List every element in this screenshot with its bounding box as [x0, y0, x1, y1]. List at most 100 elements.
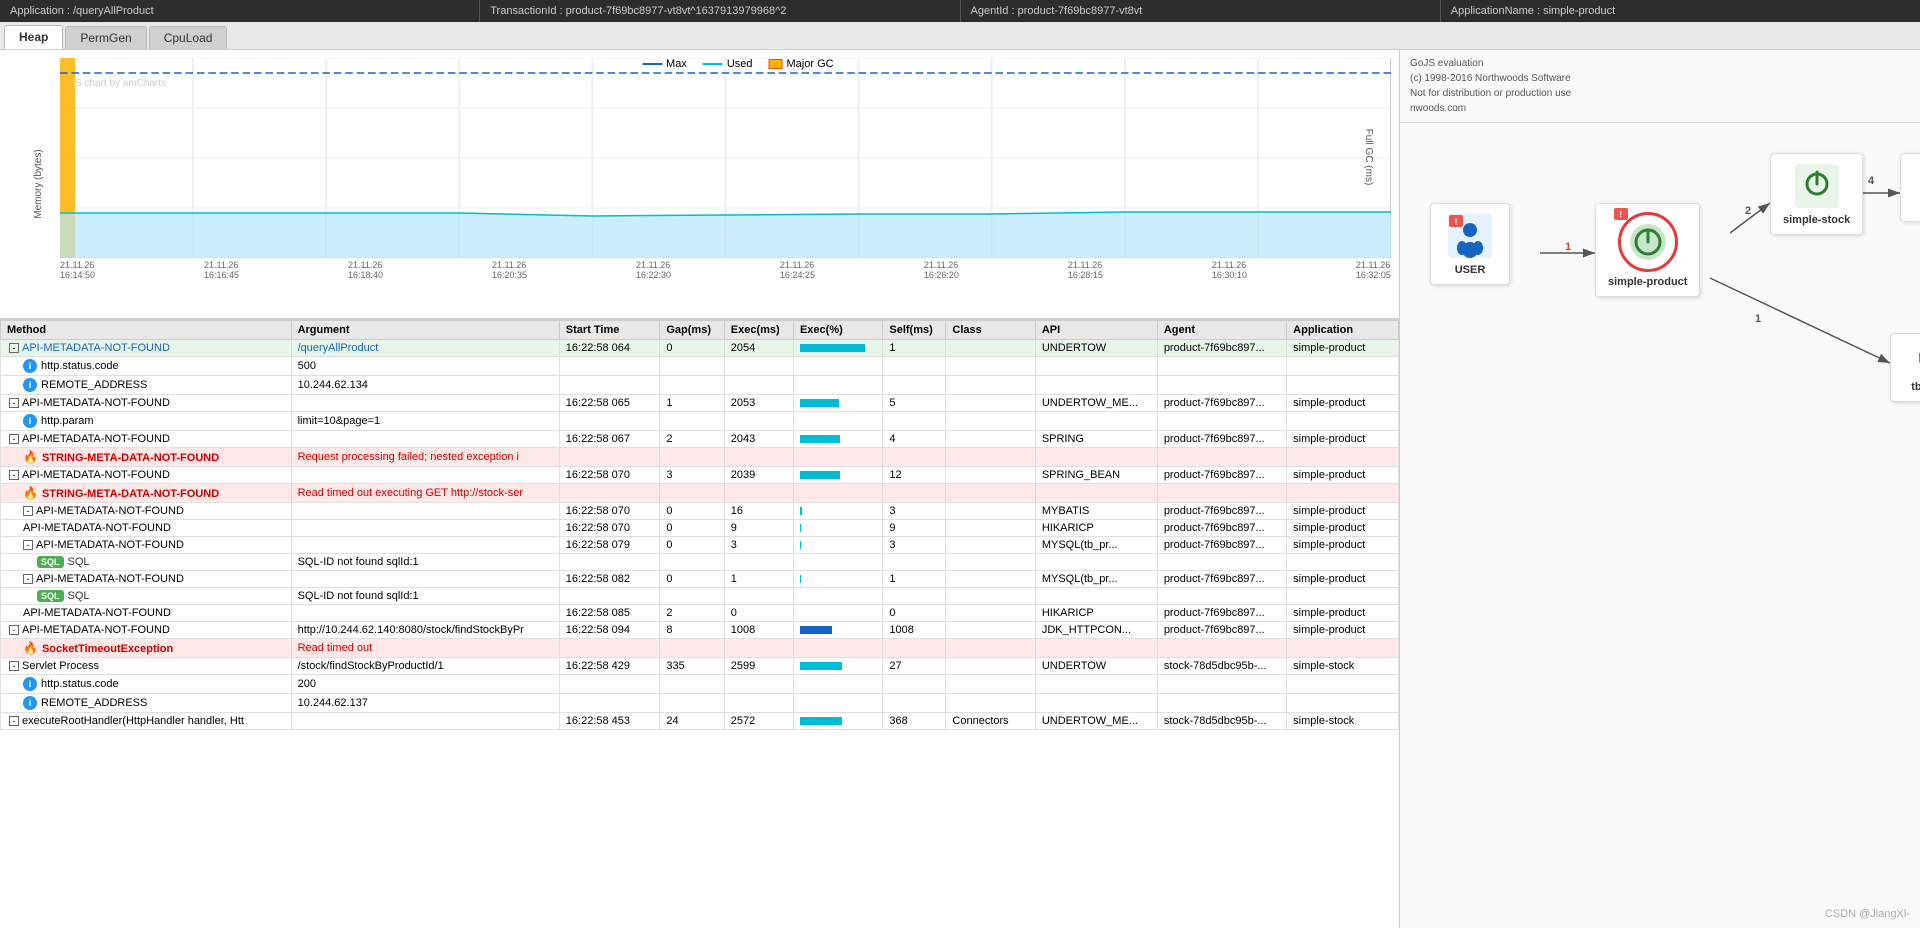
expand-icon[interactable]: - [9, 343, 19, 353]
cell-application: simple-product [1287, 622, 1399, 639]
col-header-api: API [1035, 321, 1157, 340]
cell-gap: 3 [660, 467, 724, 484]
table-row[interactable]: -API-METADATA-NOT-FOUND/queryAllProduct1… [1, 340, 1399, 357]
table-row[interactable]: -API-METADATA-NOT-FOUND16:22:58 0700163M… [1, 503, 1399, 520]
table-area[interactable]: Method Argument Start Time Gap(ms) Exec(… [0, 320, 1399, 928]
gojs-line3: Not for distribution or production use [1410, 86, 1910, 101]
cell-method: -API-METADATA-NOT-FOUND [1, 571, 292, 588]
table-row[interactable]: -Servlet Process/stock/findStockByProduc… [1, 658, 1399, 675]
cell-application: simple-product [1287, 537, 1399, 554]
table-row[interactable]: SQLSQLSQL-ID not found sqlId:1 [1, 554, 1399, 571]
cell-agent [1157, 376, 1286, 395]
cell-exec: 2053 [724, 395, 793, 412]
cell-self [883, 588, 946, 605]
cell-class [946, 554, 1035, 571]
table-row[interactable]: iREMOTE_ADDRESS10.244.62.134 [1, 376, 1399, 395]
table-row[interactable]: 🔥SocketTimeoutExceptionRead timed out [1, 639, 1399, 658]
cell-exec-pct [793, 484, 882, 503]
product-alert-badge: ! [1614, 208, 1628, 220]
cell-api: UNDERTOW [1035, 658, 1157, 675]
node-stock-label: simple-stock [1783, 214, 1850, 226]
table-row[interactable]: API-METADATA-NOT-FOUND16:22:58 070099HIK… [1, 520, 1399, 537]
col-header-application: Application [1287, 321, 1399, 340]
expand-icon[interactable]: - [9, 398, 19, 408]
exec-bar [800, 575, 801, 583]
node-simple-stock[interactable]: simple-stock [1770, 153, 1863, 235]
cell-api [1035, 639, 1157, 658]
x-label-7: 21.11.2616:26:20 [924, 260, 959, 280]
table-row[interactable]: -API-METADATA-NOT-FOUND16:22:58 06512053… [1, 395, 1399, 412]
x-label-3: 21.11.2616:18:40 [348, 260, 383, 280]
table-row[interactable]: iREMOTE_ADDRESS10.244.62.137 [1, 694, 1399, 713]
expand-icon[interactable]: - [23, 540, 33, 550]
cell-exec-pct [793, 467, 882, 484]
table-row[interactable]: 🔥STRING-META-DATA-NOT-FOUNDRead timed ou… [1, 484, 1399, 503]
user-icon: ! [1446, 212, 1494, 260]
cell-api [1035, 694, 1157, 713]
expand-icon[interactable]: - [9, 434, 19, 444]
expand-icon[interactable]: - [9, 716, 19, 726]
exec-bar [800, 507, 802, 515]
cell-self: 3 [883, 503, 946, 520]
tab-cpuload[interactable]: CpuLoad [149, 26, 228, 49]
table-row[interactable]: SQLSQLSQL-ID not found sqlId:1 [1, 588, 1399, 605]
expand-icon[interactable]: - [9, 661, 19, 671]
table-row[interactable]: -executeRootHandler(HttpHandler handler,… [1, 713, 1399, 730]
cell-start-time [559, 694, 660, 713]
expand-icon[interactable]: - [23, 574, 33, 584]
cell-api: HIKARICP [1035, 520, 1157, 537]
node-tb-product[interactable]: My SQL tb_product [1890, 333, 1920, 402]
legend-used: Used [703, 58, 753, 70]
diagram-area: ! USER 1 [1400, 123, 1920, 928]
info-icon: i [23, 677, 37, 691]
node-tb-stock[interactable]: My SQL tb_stock [1900, 153, 1920, 222]
cell-start-time: 16:22:58 070 [559, 503, 660, 520]
cell-argument [291, 503, 559, 520]
cell-class [946, 395, 1035, 412]
cell-start-time [559, 639, 660, 658]
cell-gap: 0 [660, 571, 724, 588]
cell-exec: 16 [724, 503, 793, 520]
table-row[interactable]: ihttp.paramlimit=10&page=1 [1, 412, 1399, 431]
cell-gap: 0 [660, 520, 724, 537]
table-row[interactable]: -API-METADATA-NOT-FOUNDhttp://10.244.62.… [1, 622, 1399, 639]
cell-gap: 0 [660, 503, 724, 520]
cell-argument: Request processing failed; nested except… [291, 448, 559, 467]
table-row[interactable]: 🔥STRING-META-DATA-NOT-FOUNDRequest proce… [1, 448, 1399, 467]
top-bar: Application : /queryAllProduct Transacti… [0, 0, 1920, 22]
expand-icon[interactable]: - [9, 625, 19, 635]
cell-exec-pct [793, 675, 882, 694]
expand-icon[interactable]: - [23, 506, 33, 516]
cell-exec: 2043 [724, 431, 793, 448]
cell-exec-pct [793, 537, 882, 554]
y-axis-left-label: Memory (bytes) [33, 149, 44, 218]
cell-start-time: 16:22:58 094 [559, 622, 660, 639]
table-row[interactable]: -API-METADATA-NOT-FOUND16:22:58 07032039… [1, 467, 1399, 484]
cell-method: SQLSQL [1, 554, 292, 571]
tab-permgen[interactable]: PermGen [65, 26, 146, 49]
table-row[interactable]: ihttp.status.code200 [1, 675, 1399, 694]
cell-self [883, 484, 946, 503]
y-axis-right-label: Full GC (ms) [1363, 129, 1374, 186]
table-row[interactable]: ihttp.status.code500 [1, 357, 1399, 376]
cell-class [946, 503, 1035, 520]
x-label-9: 21.11.2616:30:10 [1212, 260, 1247, 280]
cell-exec-pct [793, 554, 882, 571]
cell-api: MYSQL(tb_pr... [1035, 571, 1157, 588]
info-icon: i [23, 378, 37, 392]
table-row[interactable]: -API-METADATA-NOT-FOUND16:22:58 079033MY… [1, 537, 1399, 554]
tab-heap[interactable]: Heap [4, 25, 63, 49]
table-row[interactable]: API-METADATA-NOT-FOUND16:22:58 085200HIK… [1, 605, 1399, 622]
cell-self: 1 [883, 571, 946, 588]
table-row[interactable]: -API-METADATA-NOT-FOUND16:22:58 082011MY… [1, 571, 1399, 588]
node-simple-product[interactable]: ! simple-product [1595, 203, 1700, 297]
cell-method: -API-METADATA-NOT-FOUND [1, 395, 292, 412]
cell-exec-pct [793, 713, 882, 730]
node-user[interactable]: ! USER [1430, 203, 1510, 285]
cell-exec-pct [793, 622, 882, 639]
cell-exec-pct [793, 571, 882, 588]
expand-icon[interactable]: - [9, 470, 19, 480]
cell-argument [291, 605, 559, 622]
cell-method: -executeRootHandler(HttpHandler handler,… [1, 713, 292, 730]
table-row[interactable]: -API-METADATA-NOT-FOUND16:22:58 06722043… [1, 431, 1399, 448]
